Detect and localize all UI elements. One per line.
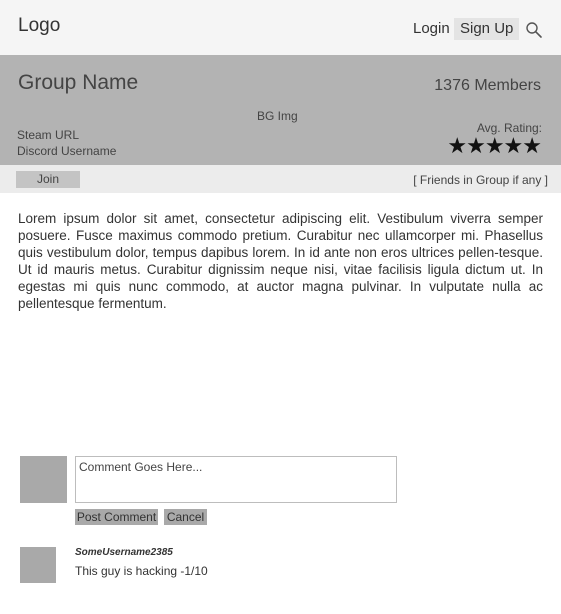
- discord-username: Discord Username: [17, 144, 117, 158]
- group-description: Lorem ipsum dolor sit amet, consectetur …: [18, 211, 543, 311]
- avg-rating-label: Avg. Rating:: [476, 121, 542, 135]
- avatar: [20, 547, 56, 583]
- comment-input[interactable]: [75, 456, 397, 503]
- avatar: [20, 456, 67, 503]
- logo[interactable]: Logo: [18, 15, 60, 37]
- group-page: Logo Login Sign Up Group Name 1376 Membe…: [0, 0, 561, 614]
- join-bar: Join [ Friends in Group if any ]: [0, 165, 561, 193]
- comment-text: This guy is hacking -1/10: [75, 564, 208, 578]
- star-rating: ★★★★★: [447, 134, 542, 159]
- post-comment-button[interactable]: Post Comment: [75, 509, 158, 525]
- group-banner: Group Name 1376 Members BG Img Steam URL…: [0, 55, 561, 165]
- steam-url[interactable]: Steam URL: [17, 128, 79, 142]
- signup-button[interactable]: Sign Up: [454, 18, 520, 40]
- join-button[interactable]: Join: [16, 171, 80, 188]
- login-link[interactable]: Login: [413, 20, 450, 37]
- member-count[interactable]: 1376 Members: [434, 77, 541, 95]
- search-icon[interactable]: [525, 21, 543, 39]
- group-name: Group Name: [18, 71, 139, 94]
- cancel-button[interactable]: Cancel: [164, 509, 207, 525]
- background-image-placeholder: BG Img: [257, 109, 298, 123]
- friends-in-group[interactable]: [ Friends in Group if any ]: [413, 173, 548, 187]
- top-nav: Logo Login Sign Up: [0, 0, 561, 55]
- comment-username[interactable]: SomeUsername2385: [75, 547, 173, 558]
